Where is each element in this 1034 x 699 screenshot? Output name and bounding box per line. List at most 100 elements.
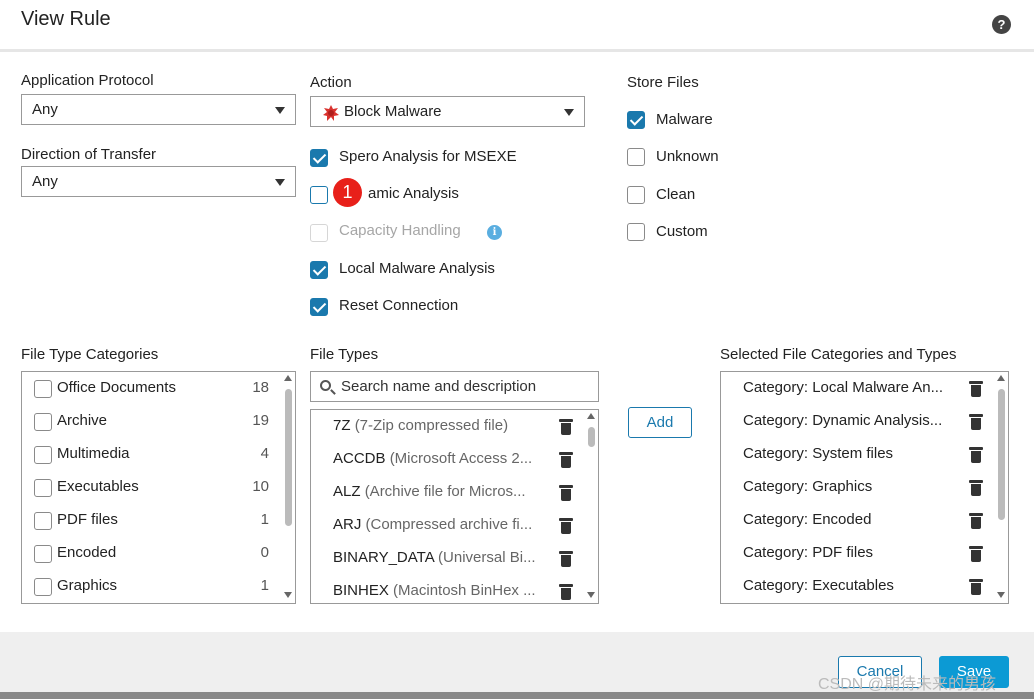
list-item[interactable]: Category: Encoded xyxy=(721,504,996,537)
reset-connection-checkbox[interactable] xyxy=(310,298,328,316)
category-count: 1 xyxy=(260,511,269,528)
list-item[interactable]: ARJ (Compressed archive fi... xyxy=(311,509,586,542)
direction-select[interactable]: Any xyxy=(21,166,296,197)
scrollbar[interactable] xyxy=(995,372,1007,603)
category-count: 0 xyxy=(260,544,269,561)
trash-icon[interactable] xyxy=(969,414,983,430)
list-item[interactable]: Archive 19 xyxy=(22,405,282,438)
scroll-up-icon[interactable] xyxy=(284,375,292,381)
action-label: Action xyxy=(310,74,352,91)
scroll-down-icon[interactable] xyxy=(997,592,1005,598)
trash-icon[interactable] xyxy=(969,447,983,463)
list-item[interactable]: Category: Dynamic Analysis... xyxy=(721,405,996,438)
category-checkbox[interactable] xyxy=(34,446,52,464)
help-icon[interactable]: ? xyxy=(992,15,1011,34)
selected-item-label: Category: PDF files xyxy=(743,544,874,561)
store-files-label: Store Files xyxy=(627,74,699,91)
action-value: Block Malware xyxy=(344,103,442,120)
category-checkbox[interactable] xyxy=(34,512,52,530)
file-type-name: ACCDB xyxy=(333,450,386,467)
scroll-down-icon[interactable] xyxy=(587,592,595,598)
trash-icon[interactable] xyxy=(559,452,573,468)
trash-icon[interactable] xyxy=(559,518,573,534)
bottom-bar xyxy=(0,692,1034,699)
file-type-name: ARJ xyxy=(333,516,362,533)
category-count: 19 xyxy=(252,412,269,429)
info-icon[interactable]: i xyxy=(487,225,502,240)
scrollbar[interactable] xyxy=(282,372,294,603)
category-checkbox[interactable] xyxy=(34,578,52,596)
file-types-search[interactable]: Search name and description xyxy=(310,371,599,402)
trash-icon[interactable] xyxy=(559,419,573,435)
list-item[interactable]: 7Z (7-Zip compressed file) xyxy=(311,410,586,443)
view-rule-dialog: View Rule ? Application Protocol Any Dir… xyxy=(0,0,1034,699)
annotation-badge: 1 xyxy=(333,178,362,207)
category-label: Archive xyxy=(57,412,108,429)
store-malware-checkbox[interactable] xyxy=(627,111,645,129)
chevron-down-icon xyxy=(275,179,285,186)
list-item[interactable]: BINARY_DATA (Universal Bi... xyxy=(311,542,586,575)
list-item[interactable]: Category: Local Malware An... xyxy=(721,372,996,405)
category-checkbox[interactable] xyxy=(34,380,52,398)
list-item[interactable]: Category: PDF files xyxy=(721,537,996,570)
file-types-label: File Types xyxy=(310,346,379,363)
list-item[interactable]: Category: System files xyxy=(721,438,996,471)
trash-icon[interactable] xyxy=(969,579,983,595)
category-count: 1 xyxy=(260,577,269,594)
trash-icon[interactable] xyxy=(559,485,573,501)
application-protocol-label: Application Protocol xyxy=(21,72,154,89)
selected-item-label: Category: Graphics xyxy=(743,478,873,495)
file-types-list: 7Z (7-Zip compressed file) ACCDB (Micros… xyxy=(310,409,599,604)
list-item[interactable]: Executables 10 xyxy=(22,471,282,504)
direction-value: Any xyxy=(32,173,58,190)
category-checkbox[interactable] xyxy=(34,413,52,431)
application-protocol-select[interactable]: Any xyxy=(21,94,296,125)
scrollbar-thumb[interactable] xyxy=(998,389,1005,520)
trash-icon[interactable] xyxy=(969,546,983,562)
category-label: Executables xyxy=(57,478,139,495)
trash-icon[interactable] xyxy=(969,513,983,529)
store-malware-label: Malware xyxy=(656,111,713,128)
category-checkbox[interactable] xyxy=(34,479,52,497)
file-type-categories-label: File Type Categories xyxy=(21,346,159,363)
list-item[interactable]: Multimedia 4 xyxy=(22,438,282,471)
spero-analysis-checkbox[interactable] xyxy=(310,149,328,167)
trash-icon[interactable] xyxy=(559,584,573,600)
list-item[interactable]: ACCDB (Microsoft Access 2... xyxy=(311,443,586,476)
category-label: PDF files xyxy=(57,511,118,528)
list-item[interactable]: Category: Graphics xyxy=(721,471,996,504)
scroll-up-icon[interactable] xyxy=(587,413,595,419)
watermark: CSDN @期待未来的男孩 xyxy=(818,676,997,693)
store-clean-label: Clean xyxy=(656,186,696,203)
scrollbar-thumb[interactable] xyxy=(285,389,292,526)
list-item[interactable]: Encoded 0 xyxy=(22,537,282,570)
list-item[interactable]: Graphics 1 xyxy=(22,570,282,603)
dynamic-analysis-checkbox[interactable] xyxy=(310,186,328,204)
category-checkbox[interactable] xyxy=(34,545,52,563)
trash-icon[interactable] xyxy=(559,551,573,567)
trash-icon[interactable] xyxy=(969,480,983,496)
selected-list: Category: Local Malware An... Category: … xyxy=(720,371,1009,604)
category-label: Graphics xyxy=(57,577,118,594)
list-item[interactable]: BINHEX (Macintosh BinHex ... xyxy=(311,575,586,603)
selected-item-label: Category: Encoded xyxy=(743,511,872,528)
list-item[interactable]: Office Documents 18 xyxy=(22,372,282,405)
scrollbar[interactable] xyxy=(585,410,597,603)
list-item[interactable]: Category: Executables xyxy=(721,570,996,603)
file-type-desc: (Universal Bi... xyxy=(438,549,536,566)
scroll-up-icon[interactable] xyxy=(997,375,1005,381)
add-button[interactable]: Add xyxy=(628,407,692,438)
list-item[interactable]: ALZ (Archive file for Micros... xyxy=(311,476,586,509)
store-custom-checkbox[interactable] xyxy=(627,223,645,241)
scrollbar-thumb[interactable] xyxy=(588,427,595,447)
action-select[interactable]: Block Malware xyxy=(310,96,585,127)
trash-icon[interactable] xyxy=(969,381,983,397)
local-malware-analysis-checkbox[interactable] xyxy=(310,261,328,279)
malware-icon xyxy=(323,105,339,121)
store-unknown-checkbox[interactable] xyxy=(627,148,645,166)
list-item[interactable]: PDF files 1 xyxy=(22,504,282,537)
scroll-down-icon[interactable] xyxy=(284,592,292,598)
file-type-desc: (Compressed archive fi... xyxy=(365,516,533,533)
store-clean-checkbox[interactable] xyxy=(627,186,645,204)
store-custom-label: Custom xyxy=(656,223,708,240)
